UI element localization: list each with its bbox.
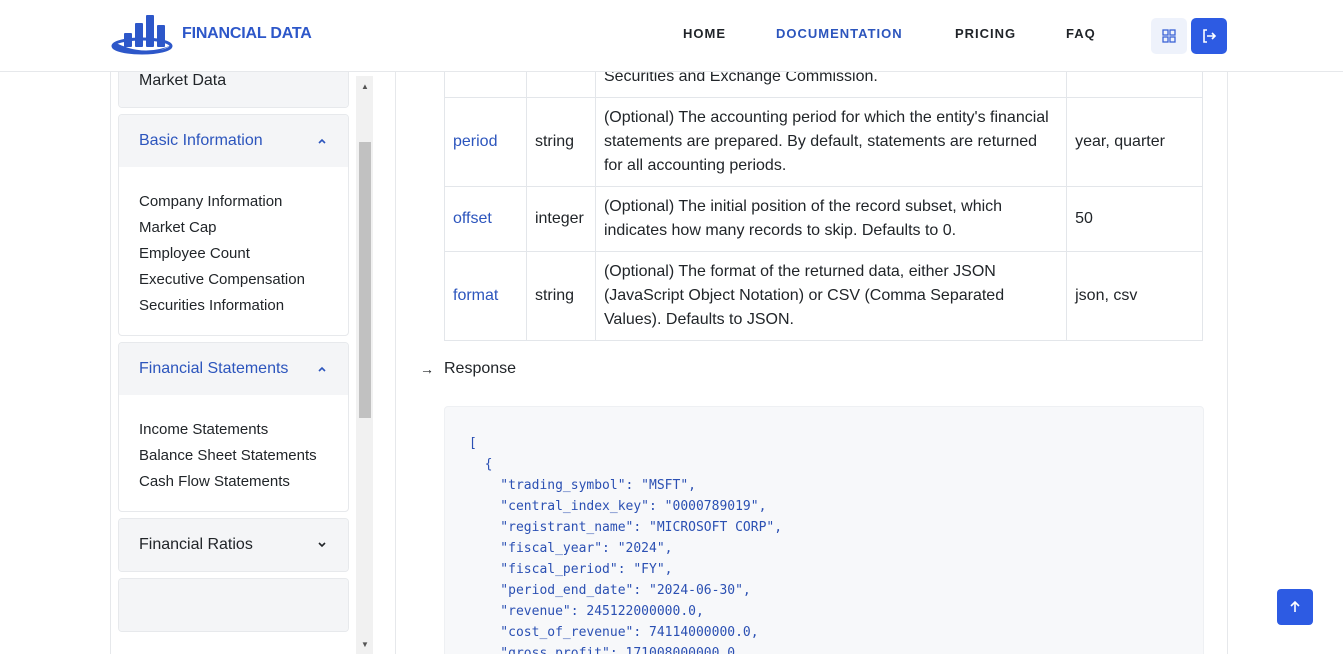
- top-header: FINANCIAL DATA HOME DOCUMENTATION PRICIN…: [0, 0, 1343, 72]
- param-type: [525, 72, 596, 98]
- param-type: string: [525, 251, 596, 341]
- brand-name: FINANCIAL DATA: [182, 25, 312, 42]
- sidebar-group-body: Company Information Market Cap Employee …: [119, 167, 348, 335]
- sidebar-group-basic-information: Basic Information Company Information Ma…: [118, 114, 349, 336]
- sidebar-group-header[interactable]: Market Data: [119, 72, 348, 107]
- param-example: 50: [1066, 186, 1203, 252]
- logout-button[interactable]: [1191, 18, 1227, 54]
- table-row: period string (Optional) The accounting …: [444, 97, 1203, 187]
- sidebar-group-header[interactable]: Financial Ratios: [119, 519, 348, 571]
- sidebar-group-label: Market Data: [139, 72, 227, 89]
- sidebar-group-label: Financial Statements: [139, 360, 289, 377]
- param-name: offset: [444, 186, 527, 252]
- response-label: Response: [444, 360, 517, 377]
- chevron-up-icon: [318, 366, 326, 372]
- sidebar-scroll-content: Market Data Basic Information Company In…: [118, 72, 349, 638]
- grid-icon: [1162, 29, 1176, 43]
- param-name: format: [444, 251, 527, 341]
- docs-sidebar: Market Data Basic Information Company In…: [110, 72, 373, 654]
- sidebar-group-label: Basic Information: [139, 132, 263, 149]
- bar-chart-logo-icon: [111, 15, 173, 55]
- param-example: [1066, 72, 1203, 98]
- param-name: period: [444, 97, 527, 187]
- param-example: year, quarter: [1066, 97, 1203, 187]
- table-row: offset integer (Optional) The initial po…: [444, 186, 1203, 252]
- param-description: (Optional) The format of the returned da…: [594, 251, 1068, 341]
- param-name: [444, 72, 527, 98]
- scroll-up-arrow-icon[interactable]: ▲: [356, 78, 373, 94]
- table-row: format string (Optional) The format of t…: [444, 251, 1203, 341]
- sidebar-group-body: Income Statements Balance Sheet Statemen…: [119, 395, 348, 511]
- param-description: (Optional) The accounting period for whi…: [594, 97, 1068, 187]
- chevron-up-icon: [318, 138, 326, 144]
- nav-documentation[interactable]: DOCUMENTATION: [776, 26, 903, 41]
- sidebar-scrollbar[interactable]: ▲ ▼: [356, 76, 373, 654]
- brand-logo[interactable]: FINANCIAL DATA: [110, 13, 312, 55]
- sidebar-group-financial-statements: Financial Statements Income Statements B…: [118, 342, 349, 512]
- param-example: json, csv: [1066, 251, 1203, 341]
- arrow-right-icon: →: [420, 361, 434, 377]
- parameters-table: Securities and Exchange Commission. peri…: [444, 72, 1203, 341]
- nav-home[interactable]: HOME: [683, 26, 726, 41]
- sidebar-group-header[interactable]: Financial Statements: [119, 343, 348, 395]
- sidebar-group-next: [118, 578, 349, 632]
- response-json: [ { "trading_symbol": "MSFT", "central_i…: [469, 436, 783, 654]
- dashboard-button[interactable]: [1151, 18, 1187, 54]
- param-type: string: [525, 97, 596, 187]
- docs-main-content: Securities and Exchange Commission. peri…: [395, 72, 1228, 654]
- nav-pricing[interactable]: PRICING: [955, 26, 1016, 41]
- param-description: (Optional) The initial position of the r…: [594, 186, 1068, 252]
- arrow-up-icon: [1290, 601, 1300, 612]
- sidebar-group-market-data: Market Data: [118, 72, 349, 108]
- sidebar-group-header[interactable]: Basic Information: [119, 115, 348, 167]
- sidebar-group-financial-ratios: Financial Ratios: [118, 518, 349, 572]
- param-type: integer: [525, 186, 596, 252]
- scroll-down-arrow-icon[interactable]: ▼: [356, 636, 373, 652]
- param-description: Securities and Exchange Commission.: [594, 72, 1068, 98]
- scrollbar-thumb[interactable]: [359, 142, 371, 418]
- chevron-down-icon: [318, 542, 326, 548]
- response-toggle[interactable]: → Response: [420, 360, 516, 378]
- nav-faq[interactable]: FAQ: [1066, 26, 1096, 41]
- response-code-block: [ { "trading_symbol": "MSFT", "central_i…: [444, 406, 1204, 654]
- back-to-top-button[interactable]: [1277, 589, 1313, 625]
- table-row: Securities and Exchange Commission.: [444, 72, 1203, 98]
- sidebar-group-header[interactable]: [119, 579, 348, 631]
- sidebar-group-label: Financial Ratios: [139, 536, 253, 553]
- logout-icon: [1203, 29, 1217, 43]
